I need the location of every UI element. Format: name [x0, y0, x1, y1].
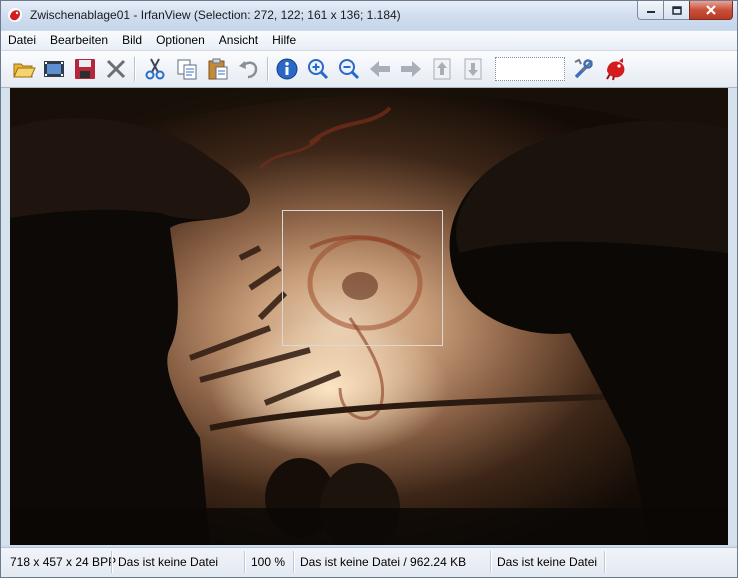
paste-icon	[208, 58, 228, 80]
menu-ansicht[interactable]: Ansicht	[212, 31, 265, 50]
info-button[interactable]	[274, 56, 300, 82]
status-dimensions: 718 x 457 x 24 BPP	[10, 555, 117, 569]
copy-icon	[177, 59, 197, 80]
slideshow-icon	[44, 61, 64, 77]
minimize-button[interactable]	[637, 1, 663, 20]
menu-datei[interactable]: Datei	[1, 31, 43, 50]
close-icon	[706, 5, 716, 15]
irfanview-icon	[606, 58, 625, 81]
paste-button[interactable]	[205, 56, 231, 82]
maximize-button[interactable]	[663, 1, 689, 20]
open-folder-icon	[13, 63, 36, 78]
status-file-info-2: Das ist keine Datei	[497, 555, 598, 569]
menu-bild[interactable]: Bild	[115, 31, 149, 50]
about-button[interactable]	[603, 56, 629, 82]
status-file-size: Das ist keine Datei / 962.24 KB	[300, 555, 467, 569]
menu-optionen[interactable]: Optionen	[149, 31, 212, 50]
menu-bearbeiten[interactable]: Bearbeiten	[43, 31, 115, 50]
undo-icon	[239, 61, 258, 79]
toolbar	[1, 51, 737, 88]
page-up-button[interactable]	[429, 56, 455, 82]
status-zoom: 100 %	[251, 555, 286, 569]
next-icon	[401, 61, 421, 77]
window-title: Zwischenablage01 - IrfanView (Selection:…	[30, 8, 401, 22]
zoom-out-button[interactable]	[336, 56, 362, 82]
maximize-icon	[671, 5, 682, 15]
status-file-info: Das ist keine Datei	[118, 555, 219, 569]
settings-icon	[574, 58, 593, 79]
previous-button[interactable]	[367, 56, 393, 82]
next-button[interactable]	[398, 56, 424, 82]
status-bar: 718 x 457 x 24 BPP Das ist keine Datei 1…	[1, 547, 737, 577]
zoom-in-button[interactable]	[305, 56, 331, 82]
menu-hilfe[interactable]: Hilfe	[265, 31, 303, 50]
zoom-out-icon	[339, 59, 360, 80]
cut-button[interactable]	[142, 56, 168, 82]
copy-button[interactable]	[174, 56, 200, 82]
cut-icon	[145, 58, 165, 80]
irfanview-app-icon[interactable]	[7, 7, 23, 23]
settings-button[interactable]	[571, 56, 597, 82]
slideshow-button[interactable]	[41, 56, 67, 82]
minimize-icon	[646, 11, 655, 13]
irfanview-window: Zwischenablage01 - IrfanView (Selection:…	[0, 0, 738, 578]
info-icon	[276, 58, 298, 80]
menu-bar: Datei Bearbeiten Bild Optionen Ansicht H…	[1, 31, 737, 51]
toolbar-empty-field[interactable]	[495, 57, 565, 81]
delete-icon	[106, 59, 126, 79]
save-icon	[75, 59, 95, 79]
undo-button[interactable]	[236, 56, 262, 82]
delete-button[interactable]	[103, 56, 129, 82]
page-up-icon	[433, 58, 451, 80]
title-bar[interactable]: Zwischenablage01 - IrfanView (Selection:…	[1, 1, 737, 30]
close-button[interactable]	[689, 1, 733, 20]
selection-rectangle[interactable]	[282, 210, 443, 346]
save-button[interactable]	[72, 56, 98, 82]
page-down-icon	[464, 58, 482, 80]
open-button[interactable]	[11, 56, 37, 82]
image-canvas[interactable]	[10, 88, 728, 545]
page-down-button[interactable]	[460, 56, 486, 82]
previous-icon	[370, 61, 390, 77]
zoom-in-icon	[308, 59, 329, 80]
